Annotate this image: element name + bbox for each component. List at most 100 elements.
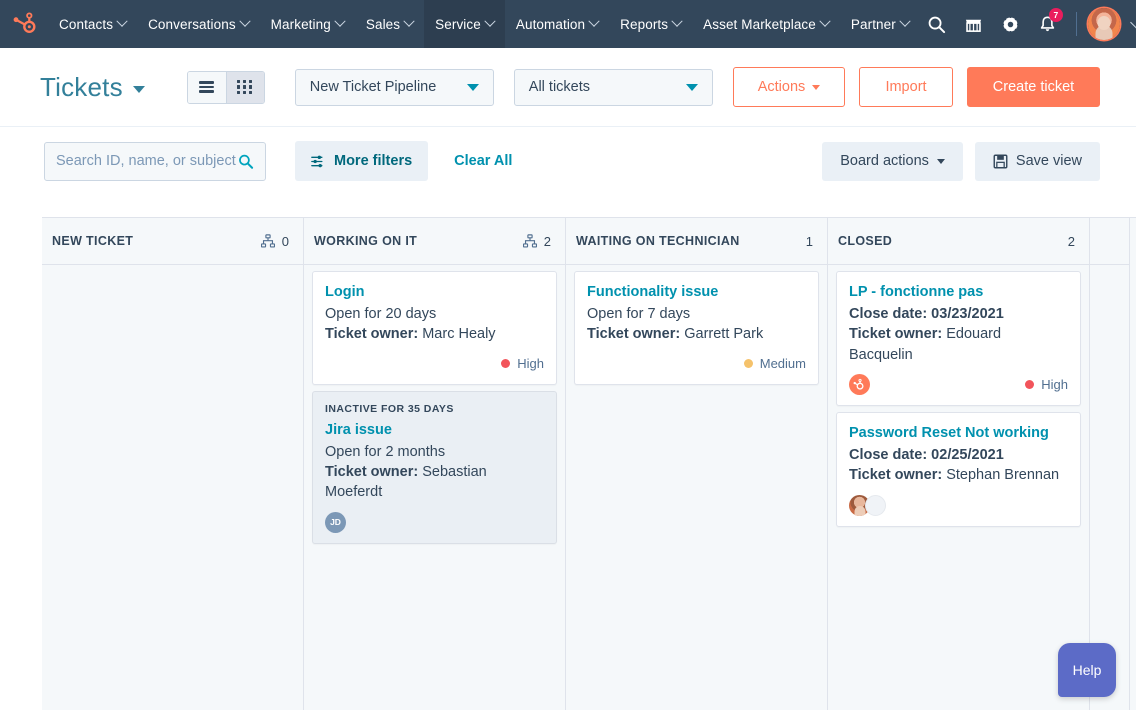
create-ticket-button[interactable]: Create ticket [967,67,1100,107]
ticket-owner: Ticket owner: Garrett Park [587,324,806,344]
page-title[interactable]: Tickets [40,72,145,103]
column-card-list[interactable]: Functionality issue Open for 7 days Tick… [566,265,827,710]
nav-item-partner[interactable]: Partner [840,0,920,48]
ticket-title[interactable]: Login [325,283,544,301]
nav-item-asset-marketplace[interactable]: Asset Marketplace [692,0,840,48]
board-actions-button[interactable]: Board actions [822,142,963,181]
chevron-down-icon [334,16,345,27]
nav-item-sales[interactable]: Sales [355,0,424,48]
priority-badge: High [501,356,544,371]
ticket-card[interactable]: LP - fonctionne pas Close date: 03/23/20… [836,271,1081,406]
priority-label: Medium [760,356,806,371]
column-card-list[interactable] [42,265,303,710]
actions-button-label: Actions [758,79,806,95]
search-icon[interactable] [920,7,954,41]
board-view-button[interactable] [226,72,264,103]
priority-dot-icon [744,359,753,368]
import-button-label: Import [885,79,926,95]
hubspot-sprocket-avatar-icon[interactable] [849,374,870,395]
priority-badge: High [1025,377,1068,392]
create-ticket-button-label: Create ticket [993,79,1074,95]
ticket-subtitle: Close date: 03/23/2021 [849,304,1068,324]
chevron-down-icon [133,86,145,93]
pipeline-select-value: New Ticket Pipeline [310,79,437,95]
column-card-list[interactable]: Login Open for 20 days Ticket owner: Mar… [304,265,565,710]
search-box[interactable] [44,142,266,181]
ticket-owner: Ticket owner: Edouard Bacquelin [849,324,1068,365]
ticket-owner-label: Ticket owner: [587,326,680,342]
nav-item-reports[interactable]: Reports [609,0,692,48]
avatar[interactable]: JD [325,512,346,533]
tickets-filter-value: All tickets [529,79,590,95]
nav-item-label: Partner [851,17,896,32]
chevron-down-icon [937,159,945,164]
board-column-working-on-it: WORKING ON IT 2 Login Open for 20 days T… [304,218,566,710]
column-card-list[interactable]: LP - fonctionne pas Close date: 03/23/20… [828,265,1089,710]
primary-nav-items: Contacts Conversations Marketing Sales S… [48,0,920,48]
nav-item-label: Reports [620,17,668,32]
avatar-placeholder[interactable] [865,495,886,516]
priority-label: High [1041,377,1068,392]
ticket-subtitle: Open for 2 months [325,442,544,462]
nav-item-label: Automation [516,17,585,32]
ticket-card-footer: Medium [587,354,806,374]
nav-item-label: Marketing [271,17,331,32]
search-input[interactable] [56,153,238,169]
pipeline-select[interactable]: New Ticket Pipeline [295,69,494,106]
chevron-down-icon [403,16,414,27]
filter-bar: More filters Clear All Board actions Sav… [0,127,1136,195]
more-filters-button[interactable]: More filters [295,141,428,181]
column-count: 1 [806,234,813,249]
column-title: CLOSED [838,234,892,248]
chevron-down-icon [239,16,250,27]
actions-button[interactable]: Actions [733,67,845,107]
gear-icon[interactable] [994,7,1028,41]
associated-avatars [849,374,870,395]
nav-item-service[interactable]: Service [424,0,505,48]
chevron-down-icon[interactable] [1130,16,1136,29]
import-button[interactable]: Import [859,67,953,107]
page-title-label: Tickets [40,72,123,103]
nav-item-marketing[interactable]: Marketing [260,0,355,48]
nav-utility-icons: 7 [920,7,1136,41]
nav-item-contacts[interactable]: Contacts [48,0,137,48]
ticket-card[interactable]: INACTIVE FOR 35 DAYS Jira issue Open for… [312,391,557,544]
ticket-card-footer: High [849,374,1068,395]
nav-item-conversations[interactable]: Conversations [137,0,260,48]
chevron-down-icon [588,16,599,27]
save-view-button[interactable]: Save view [975,142,1100,181]
ticket-title[interactable]: LP - fonctionne pas [849,283,1068,301]
ticket-card[interactable]: Password Reset Not working Close date: 0… [836,412,1081,527]
ticket-title[interactable]: Password Reset Not working [849,424,1068,442]
clear-all-button[interactable]: Clear All [454,153,512,169]
board-column-waiting-on-technician: WAITING ON TECHNICIAN 1 Functionality is… [566,218,828,710]
marketplace-icon[interactable] [957,7,991,41]
ticket-title[interactable]: Jira issue [325,421,544,439]
column-header: CLOSED 2 [828,218,1089,265]
board-column-next-peek[interactable] [1090,218,1130,710]
user-avatar[interactable] [1088,8,1120,40]
board-column-new-ticket: NEW TICKET 0 [42,218,304,710]
nav-item-automation[interactable]: Automation [505,0,609,48]
help-button[interactable]: Help [1058,643,1116,697]
ticket-card[interactable]: Functionality issue Open for 7 days Tick… [574,271,819,385]
nav-item-label: Sales [366,17,400,32]
associated-avatars [849,495,886,516]
grid-view-icon [237,80,253,94]
ticket-card[interactable]: Login Open for 20 days Ticket owner: Mar… [312,271,557,385]
notifications-bell-icon[interactable]: 7 [1031,7,1065,41]
chevron-down-icon [484,16,495,27]
tickets-filter-select[interactable]: All tickets [514,69,713,106]
ticket-owner-label: Ticket owner: [849,326,942,342]
list-view-button[interactable] [188,72,226,103]
nav-item-label: Conversations [148,17,236,32]
page-toolbar: Tickets New Ticket Pipeline All tickets … [0,48,1136,127]
hubspot-logo-icon[interactable] [12,9,36,39]
ticket-subtitle: Close date: 02/25/2021 [849,445,1068,465]
list-view-icon [199,79,214,95]
column-meta: 2 [1068,234,1075,249]
ticket-title[interactable]: Functionality issue [587,283,806,301]
top-navigation-bar: Contacts Conversations Marketing Sales S… [0,0,1136,48]
nav-item-label: Asset Marketplace [703,17,816,32]
ticket-card-footer: High [325,354,544,374]
